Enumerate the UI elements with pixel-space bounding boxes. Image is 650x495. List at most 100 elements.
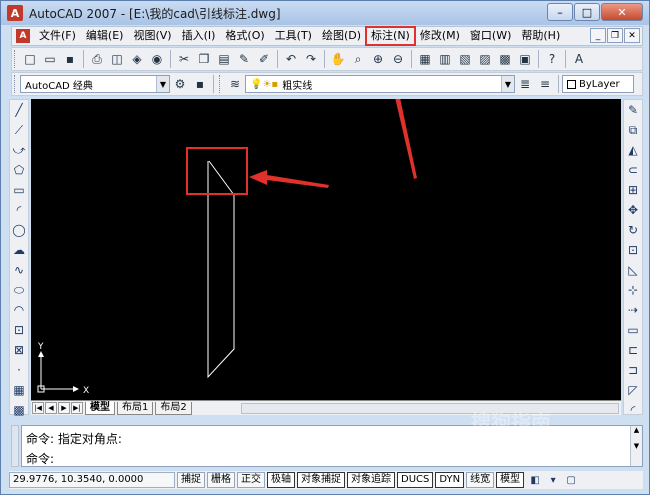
gradient-icon[interactable]: ▩ (10, 401, 28, 419)
properties-icon[interactable]: ▦ (416, 50, 434, 68)
array-icon[interactable]: ⊞ (624, 181, 642, 199)
paste-icon[interactable]: ▤ (215, 50, 233, 68)
stretch-icon[interactable]: ◺ (624, 261, 642, 279)
color-select[interactable]: ByLayer (562, 75, 634, 93)
command-window-grip[interactable] (11, 425, 19, 467)
publish-icon[interactable]: ◈ (128, 50, 146, 68)
tab-last-button[interactable]: ▶| (71, 402, 83, 414)
break-at-point-icon[interactable]: ⊏ (624, 341, 642, 359)
toolbar-grip[interactable] (14, 50, 17, 68)
construction-line-icon[interactable]: ⟋ (10, 121, 28, 139)
redo-icon[interactable]: ↷ (302, 50, 320, 68)
pan-icon[interactable]: ✋ (329, 50, 347, 68)
block-editor-icon[interactable]: ✐ (255, 50, 273, 68)
toolbar-grip[interactable] (14, 75, 17, 93)
menu-file[interactable]: 文件(F) (34, 27, 81, 45)
scale-icon[interactable]: ⊡ (624, 241, 642, 259)
tool-palettes-icon[interactable]: ▧ (456, 50, 474, 68)
communication-center-icon[interactable]: ◧ (528, 473, 542, 487)
menu-draw[interactable]: 绘图(D) (317, 27, 366, 45)
horizontal-scrollbar[interactable] (241, 403, 619, 414)
spline-icon[interactable]: ∿ (10, 261, 28, 279)
chevron-down-icon[interactable]: ▼ (156, 76, 169, 92)
hatch-icon[interactable]: ▦ (10, 381, 28, 399)
toggle-lineweight[interactable]: 线宽 (466, 472, 495, 488)
toolbar-grip[interactable] (219, 75, 222, 93)
workspace-settings-icon[interactable]: ⚙ (171, 75, 189, 93)
menu-window[interactable]: 窗口(W) (465, 27, 516, 45)
toggle-grid[interactable]: 栅格 (207, 472, 235, 488)
circle-icon[interactable]: ◯ (10, 221, 28, 239)
trim-icon[interactable]: ⊹ (624, 281, 642, 299)
fillet-icon[interactable]: ◜ (624, 401, 642, 419)
move-icon[interactable]: ✥ (624, 201, 642, 219)
toggle-otrack[interactable]: 对象追踪 (347, 472, 395, 488)
menu-help[interactable]: 帮助(H) (516, 27, 565, 45)
chamfer-icon[interactable]: ◸ (624, 381, 642, 399)
design-center-icon[interactable]: ▥ (436, 50, 454, 68)
copy-icon[interactable]: ❐ (195, 50, 213, 68)
toggle-osnap[interactable]: 对象捕捉 (297, 472, 345, 488)
doc-close-button[interactable]: ✕ (624, 28, 640, 43)
rectangle-icon[interactable]: ▭ (10, 181, 28, 199)
tab-model[interactable]: 模型 (85, 401, 115, 415)
menu-edit[interactable]: 编辑(E) (81, 27, 129, 45)
layer-manager-icon[interactable]: ≋ (226, 75, 244, 93)
doc-minimize-button[interactable]: _ (590, 28, 606, 43)
markup-icon[interactable]: ▩ (496, 50, 514, 68)
minimize-button[interactable]: – (547, 3, 573, 21)
chevron-down-icon[interactable]: ▼ (501, 76, 514, 92)
make-layer-current-icon[interactable]: ≣ (516, 75, 534, 93)
save-icon[interactable]: ▪ (61, 50, 79, 68)
line-icon[interactable]: ╱ (10, 101, 28, 119)
3d-dwf-icon[interactable]: ◉ (148, 50, 166, 68)
text-style-icon[interactable]: A (570, 50, 588, 68)
close-button[interactable]: ✕ (601, 3, 643, 21)
ellipse-arc-icon[interactable]: ◠ (10, 301, 28, 319)
point-icon[interactable]: · (10, 361, 28, 379)
command-prompt[interactable]: 命令: (26, 450, 54, 467)
menu-modify[interactable]: 修改(M) (415, 27, 465, 45)
coordinates-readout[interactable]: 29.9776, 10.3540, 0.0000 (9, 472, 175, 488)
polygon-icon[interactable]: ⬠ (10, 161, 28, 179)
cut-icon[interactable]: ✂ (175, 50, 193, 68)
new-file-icon[interactable]: □ (21, 50, 39, 68)
plot-preview-icon[interactable]: ◫ (108, 50, 126, 68)
join-icon[interactable]: ⊐ (624, 361, 642, 379)
clean-screen-icon[interactable]: ▢ (564, 473, 578, 487)
tab-prev-button[interactable]: ◀ (45, 402, 57, 414)
insert-block-icon[interactable]: ⊡ (10, 321, 28, 339)
layer-select[interactable]: 💡☀▪ 粗实线 ▼ (245, 75, 515, 93)
extend-icon[interactable]: ⇢ (624, 301, 642, 319)
copy-object-icon[interactable]: ⧉ (624, 121, 642, 139)
polyline-icon[interactable]: ⤻ (10, 141, 28, 159)
doc-restore-button[interactable]: ❐ (607, 28, 623, 43)
menu-view[interactable]: 视图(V) (128, 27, 176, 45)
offset-icon[interactable]: ⊂ (624, 161, 642, 179)
break-icon[interactable]: ▭ (624, 321, 642, 339)
save-workspace-icon[interactable]: ▪ (191, 75, 209, 93)
zoom-realtime-icon[interactable]: ⌕ (349, 50, 367, 68)
toggle-model[interactable]: 模型 (496, 472, 525, 488)
toggle-dyn[interactable]: DYN (435, 472, 465, 488)
tab-layout1[interactable]: 布局1 (117, 401, 154, 415)
tab-first-button[interactable]: |◀ (32, 402, 44, 414)
workspace-select[interactable]: AutoCAD 经典 ▼ (20, 75, 170, 93)
toggle-polar[interactable]: 极轴 (267, 472, 295, 488)
arc-icon[interactable]: ◜ (10, 201, 28, 219)
mirror-icon[interactable]: ◭ (624, 141, 642, 159)
toggle-snap[interactable]: 捕捉 (177, 472, 205, 488)
print-icon[interactable]: ⎙ (88, 50, 106, 68)
zoom-previous-icon[interactable]: ⊖ (389, 50, 407, 68)
menu-dimension[interactable]: 标注(N) (365, 26, 416, 46)
autocad-logo-icon[interactable]: A (7, 5, 23, 21)
command-scrollbar[interactable]: ▲ ▼ (630, 426, 642, 466)
make-block-icon[interactable]: ⊠ (10, 341, 28, 359)
menu-tools[interactable]: 工具(T) (270, 27, 317, 45)
rotate-icon[interactable]: ↻ (624, 221, 642, 239)
erase-icon[interactable]: ✎ (624, 101, 642, 119)
sheet-set-icon[interactable]: ▨ (476, 50, 494, 68)
layer-previous-icon[interactable]: ≡ (536, 75, 554, 93)
document-icon[interactable]: A (16, 29, 30, 43)
tray-settings-chevron-icon[interactable]: ▾ (546, 473, 560, 487)
